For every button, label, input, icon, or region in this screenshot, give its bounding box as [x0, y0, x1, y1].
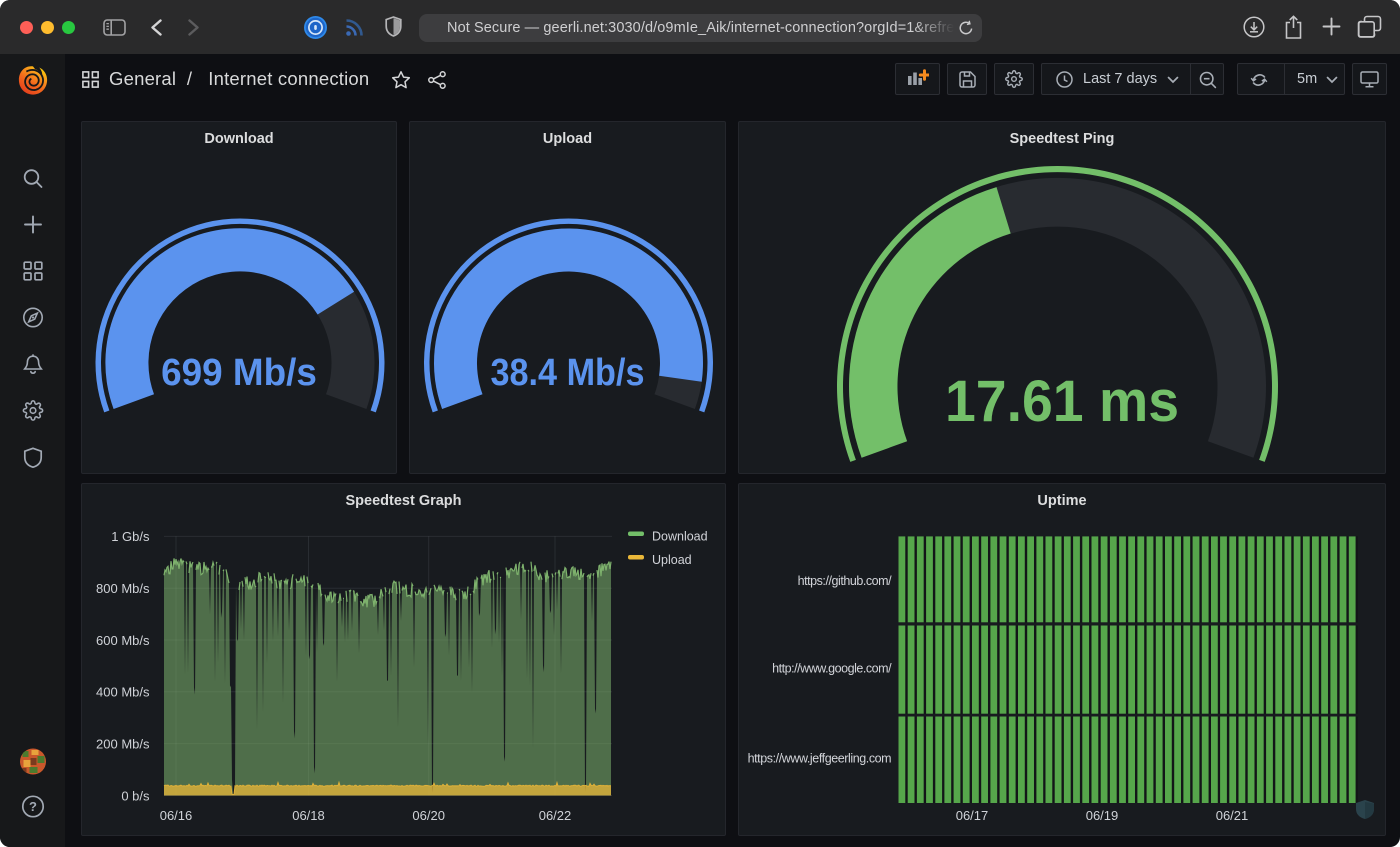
svg-text:06/16: 06/16 — [160, 808, 193, 823]
svg-text:06/18: 06/18 — [292, 808, 325, 823]
svg-text:600 Mb/s: 600 Mb/s — [96, 633, 150, 648]
svg-text:06/20: 06/20 — [412, 808, 445, 823]
svg-text:200 Mb/s: 200 Mb/s — [96, 736, 150, 751]
svg-text:06/21: 06/21 — [1216, 808, 1249, 823]
svg-text:https://www.jeffgeerling.com: https://www.jeffgeerling.com — [748, 751, 892, 765]
svg-text:06/17: 06/17 — [956, 808, 989, 823]
svg-text:06/22: 06/22 — [539, 808, 572, 823]
svg-text:http://www.google.com/: http://www.google.com/ — [772, 662, 892, 676]
svg-text:0 b/s: 0 b/s — [121, 788, 150, 803]
svg-text:https://github.com/: https://github.com/ — [798, 574, 893, 588]
svg-text:Upload: Upload — [652, 553, 692, 567]
svg-text:Download: Download — [652, 530, 708, 544]
svg-text:06/19: 06/19 — [1086, 808, 1119, 823]
svg-text:?: ? — [29, 799, 37, 814]
svg-text:400 Mb/s: 400 Mb/s — [96, 685, 150, 700]
svg-text:1 Gb/s: 1 Gb/s — [111, 529, 150, 544]
svg-text:800 Mb/s: 800 Mb/s — [96, 581, 150, 596]
